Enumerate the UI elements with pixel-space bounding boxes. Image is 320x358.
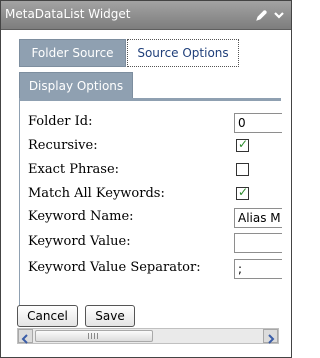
window-title: MetaDataList Widget — [5, 7, 131, 21]
keyword-value-separator-input[interactable]: ; — [234, 259, 282, 279]
save-button[interactable]: Save — [85, 305, 135, 327]
content-area: Folder Source Source Options Display Opt… — [1, 30, 291, 357]
cancel-button[interactable]: Cancel — [17, 305, 78, 327]
match-all-keywords-checkbox[interactable]: ✓ — [236, 185, 249, 200]
widget-window: MetaDataList Widget Folder Source Source… — [0, 0, 292, 358]
tab-display-options[interactable]: Display Options — [19, 72, 133, 100]
keyword-name-label: Keyword Name: — [28, 209, 134, 224]
horizontal-scrollbar[interactable] — [17, 328, 279, 344]
recursive-label: Recursive: — [28, 138, 98, 153]
tab-folder-source[interactable]: Folder Source — [19, 39, 126, 67]
folder-id-input[interactable]: 0 — [234, 113, 282, 133]
chevron-down-icon[interactable] — [272, 7, 286, 21]
chevron-right-icon — [268, 334, 275, 344]
checkmark-icon: ✓ — [238, 137, 249, 151]
keyword-name-input[interactable]: Alias M — [234, 208, 282, 228]
chevron-left-icon — [21, 334, 28, 344]
title-bar: MetaDataList Widget — [1, 1, 291, 30]
grip-icon — [88, 333, 98, 339]
source-options-panel: Folder Id: 0 Recursive: ✓ Exact Phrase: … — [19, 101, 282, 308]
recursive-checkbox[interactable]: ✓ — [236, 137, 249, 152]
edit-icon[interactable] — [255, 7, 269, 21]
keyword-value-label: Keyword Value: — [28, 234, 131, 249]
exact-phrase-label: Exact Phrase: — [28, 162, 120, 177]
tab-source-options[interactable]: Source Options — [127, 39, 239, 67]
scroll-left-button[interactable] — [18, 329, 33, 344]
checkmark-icon: ✓ — [238, 185, 249, 199]
scroll-right-button[interactable] — [263, 329, 278, 344]
exact-phrase-checkbox[interactable] — [236, 163, 249, 176]
scrollbar-thumb[interactable] — [35, 330, 153, 342]
folder-id-label: Folder Id: — [28, 114, 93, 129]
title-icons — [255, 7, 286, 23]
match-all-keywords-label: Match All Keywords: — [28, 186, 165, 201]
keyword-value-separator-label: Keyword Value Separator: — [28, 260, 201, 275]
keyword-value-input[interactable] — [234, 233, 282, 253]
